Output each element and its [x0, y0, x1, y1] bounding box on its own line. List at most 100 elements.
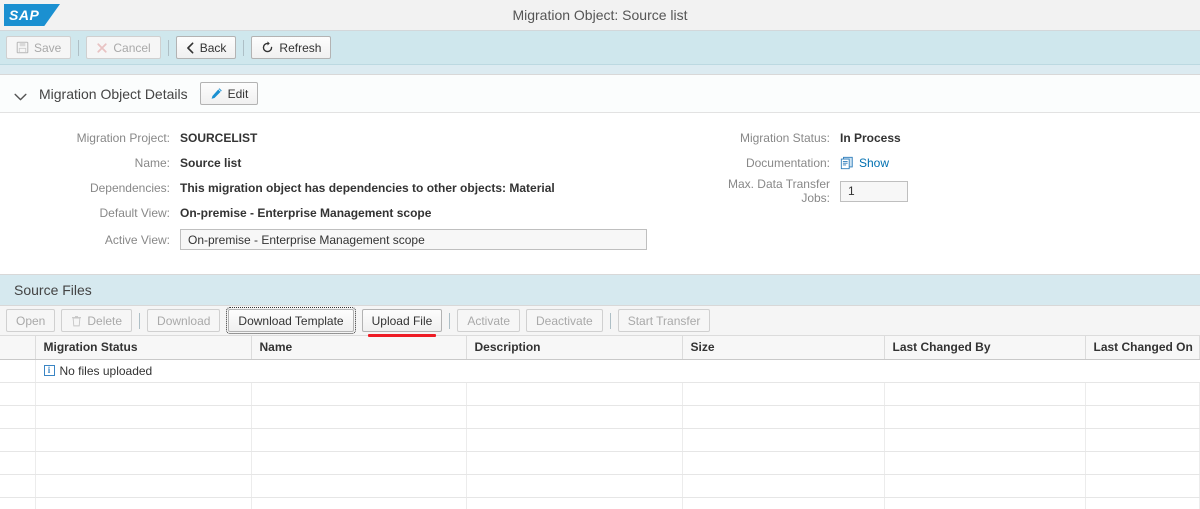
upload-file-button[interactable]: Upload File	[361, 309, 443, 332]
delete-button[interactable]: Delete	[61, 309, 133, 332]
row-select-cell[interactable]	[0, 451, 36, 475]
sap-logo-shape: SAP	[4, 4, 60, 26]
field-value: In Process	[840, 130, 901, 145]
cell	[682, 451, 885, 475]
toolbar-separator	[449, 312, 451, 329]
cell	[682, 474, 885, 498]
cell	[35, 428, 252, 452]
source-files-toolbar: Open Delete Download Download Template U…	[0, 306, 1200, 337]
pencil-icon	[210, 87, 223, 100]
cell	[1085, 405, 1200, 429]
table-row[interactable]	[0, 451, 1200, 475]
field-migration-status: Migration Status: In Process	[700, 127, 1180, 148]
row-select-cell[interactable]	[0, 428, 36, 452]
field-active-view: Active View: On-premise - Enterprise Man…	[0, 227, 700, 252]
cell	[884, 474, 1086, 498]
cancel-icon	[96, 42, 108, 54]
cell	[682, 428, 885, 452]
page-title: Migration Object: Source list	[512, 7, 688, 23]
edit-button[interactable]: Edit	[199, 82, 259, 105]
cancel-button[interactable]: Cancel	[86, 36, 161, 59]
row-select-cell[interactable]	[0, 405, 36, 429]
field-documentation: Documentation: Show	[700, 152, 1180, 173]
details-form-left-column: Migration Project: SOURCELIST Name: Sour…	[0, 127, 700, 256]
refresh-button-label: Refresh	[279, 40, 322, 55]
column-header-name[interactable]: Name	[251, 336, 467, 360]
cell	[251, 382, 467, 406]
column-header-description[interactable]: Description	[466, 336, 683, 360]
toolbar-separator	[609, 312, 611, 329]
cell	[884, 405, 1086, 429]
table-row[interactable]	[0, 428, 1200, 452]
toolbar-separator	[78, 39, 80, 56]
cell	[251, 405, 467, 429]
field-value: SOURCELIST	[180, 130, 258, 145]
cell	[466, 405, 683, 429]
refresh-button[interactable]: Refresh	[251, 36, 332, 59]
row-select-cell[interactable]	[0, 359, 36, 383]
start-transfer-button[interactable]: Start Transfer	[617, 309, 711, 332]
table-row[interactable]	[0, 474, 1200, 498]
save-button-label: Save	[34, 40, 62, 55]
chevron-down-icon[interactable]	[14, 90, 27, 100]
download-button[interactable]: Download	[147, 309, 221, 332]
sap-logo[interactable]: SAP	[4, 4, 60, 26]
edit-button-label: Edit	[227, 86, 249, 101]
row-select-cell[interactable]	[0, 497, 36, 509]
cell	[35, 382, 252, 406]
cell	[682, 405, 885, 429]
back-button-label: Back	[199, 40, 227, 55]
column-header-migration-status[interactable]: Migration Status	[35, 336, 252, 360]
upload-file-button-wrapper: Upload File	[361, 309, 443, 337]
active-view-input[interactable]: On-premise - Enterprise Management scope	[180, 229, 647, 250]
trash-icon	[71, 315, 82, 327]
field-dependencies: Dependencies: This migration object has …	[0, 177, 700, 198]
documentation-link-text[interactable]: Show	[859, 156, 889, 170]
column-header-last-changed-on[interactable]: Last Changed On	[1085, 336, 1200, 360]
upload-file-highlight-underline	[367, 334, 437, 337]
cell	[466, 451, 683, 475]
cell	[35, 451, 252, 475]
cell	[35, 405, 252, 429]
table-header-row: Migration Status Name Description Size L…	[0, 336, 1200, 360]
activate-button[interactable]: Activate	[457, 309, 520, 332]
table-row[interactable]	[0, 497, 1200, 509]
cell	[251, 428, 467, 452]
open-button[interactable]: Open	[6, 309, 56, 332]
field-label: Name:	[134, 155, 170, 170]
row-select-cell[interactable]	[0, 382, 36, 406]
cell	[884, 428, 1086, 452]
cell	[1085, 474, 1200, 498]
empty-state-cell: i No files uploaded	[35, 359, 1200, 383]
active-view-value: On-premise - Enterprise Management scope	[188, 232, 425, 247]
cell	[682, 497, 885, 509]
field-name: Name: Source list	[0, 152, 700, 173]
max-jobs-input[interactable]: 1	[840, 180, 908, 202]
cell	[884, 451, 1086, 475]
toolbar-separator	[167, 39, 169, 56]
start-transfer-button-label: Start Transfer	[627, 313, 701, 328]
table-row[interactable]	[0, 382, 1200, 406]
table-row-empty-message: i No files uploaded	[0, 359, 1200, 383]
row-select-cell[interactable]	[0, 474, 36, 498]
column-header-last-changed-by[interactable]: Last Changed By	[884, 336, 1086, 360]
column-header-size[interactable]: Size	[682, 336, 885, 360]
select-all-column-header[interactable]	[0, 336, 36, 360]
cell	[1085, 497, 1200, 509]
field-value: This migration object has dependencies t…	[180, 180, 555, 195]
field-label: Migration Status:	[739, 130, 830, 145]
deactivate-button[interactable]: Deactivate	[526, 309, 603, 332]
empty-state-message: i No files uploaded	[43, 364, 1200, 378]
cell	[251, 497, 467, 509]
save-button[interactable]: Save	[6, 36, 72, 59]
activate-button-label: Activate	[467, 313, 510, 328]
source-files-table-container: Open Delete Download Download Template U…	[0, 305, 1200, 509]
back-button[interactable]: Back	[175, 36, 237, 59]
field-default-view: Default View: On-premise - Enterprise Ma…	[0, 202, 700, 223]
download-template-button[interactable]: Download Template	[226, 307, 356, 334]
save-icon	[16, 41, 29, 54]
documentation-show-link[interactable]: Show	[840, 156, 889, 170]
delete-button-label: Delete	[87, 313, 123, 328]
table-row[interactable]	[0, 405, 1200, 429]
details-panel-header: Migration Object Details Edit	[0, 75, 1200, 113]
